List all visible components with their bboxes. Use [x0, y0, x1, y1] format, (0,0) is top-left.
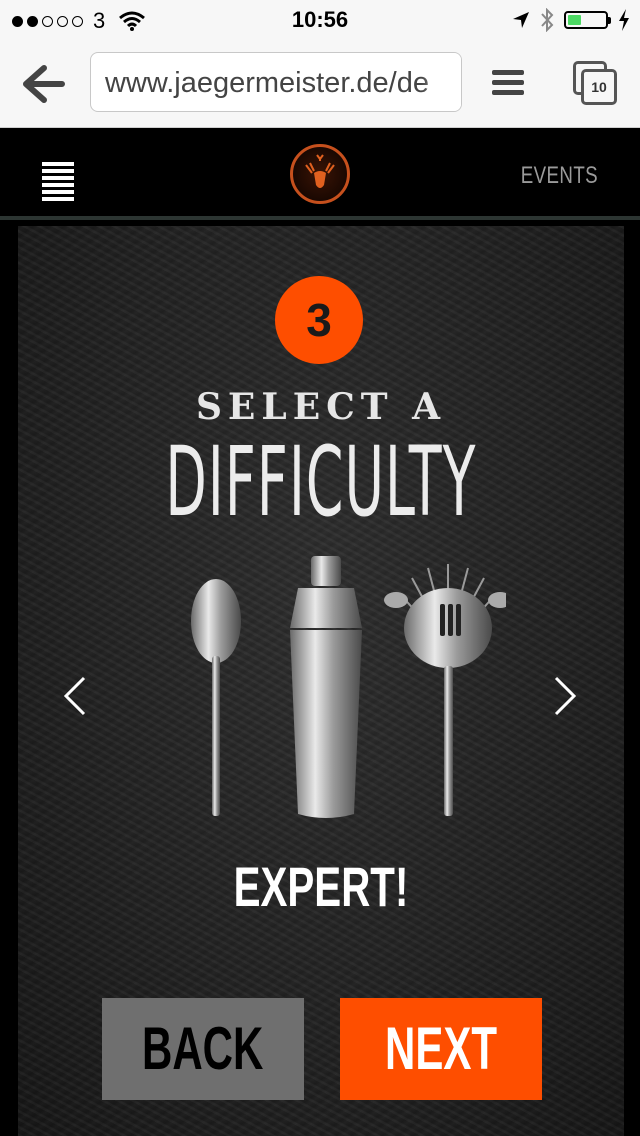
chevron-right-icon[interactable]	[550, 676, 580, 716]
tabs-icon[interactable]: 10	[573, 61, 617, 105]
url-text: www.jaegermeister.de/de	[105, 67, 429, 99]
bluetooth-icon	[541, 8, 554, 32]
next-button[interactable]: NEXT	[340, 998, 542, 1100]
strainer-icon	[384, 564, 506, 816]
back-button[interactable]: BACK	[102, 998, 304, 1100]
shaker-icon	[290, 556, 362, 818]
battery-icon	[564, 11, 611, 29]
step-number-badge: 3	[275, 276, 363, 364]
title-line-1: SELECT A	[195, 386, 447, 428]
url-fade	[421, 53, 461, 111]
title-line-2: DIFFICULTY	[165, 426, 477, 538]
site-header: EVENTS	[0, 128, 640, 220]
status-bar: 3 10:56	[0, 0, 640, 40]
difficulty-level-label: EXPERT!	[233, 855, 409, 918]
charging-bolt-icon	[619, 9, 629, 31]
menu-icon[interactable]	[492, 70, 524, 100]
bar-tools-image	[191, 556, 506, 818]
back-button-label: BACK	[142, 1015, 264, 1082]
url-field[interactable]: www.jaegermeister.de/de	[90, 52, 462, 112]
spoon-icon	[191, 579, 241, 816]
next-button-label: NEXT	[384, 1015, 498, 1082]
tab-count: 10	[581, 69, 617, 105]
difficulty-selector: 3 SELECT A DIFFICULTY EXPERT! BACK NEXT	[18, 226, 624, 1136]
location-arrow-icon	[513, 12, 529, 28]
jaegermeister-logo[interactable]	[290, 144, 350, 204]
events-link[interactable]: EVENTS	[521, 162, 598, 190]
stag-icon	[305, 154, 335, 188]
chevron-left-icon[interactable]	[60, 676, 90, 716]
browser-toolbar: www.jaegermeister.de/de 10	[0, 40, 640, 128]
hamburger-menu-icon[interactable]	[42, 162, 74, 204]
back-arrow-icon[interactable]	[22, 64, 66, 104]
